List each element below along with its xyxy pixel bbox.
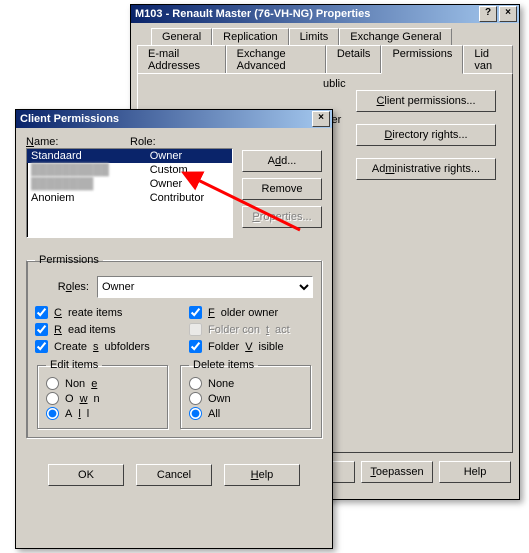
directory-rights-button[interactable]: Directory rights... [356, 124, 496, 146]
delete-items-legend: Delete items [189, 359, 258, 371]
delete-items-group: Delete items None Own All [180, 359, 311, 429]
client-permissions-titlebar: Client Permissions × [16, 110, 332, 128]
folder-owner-checkbox[interactable]: Folder owner [189, 306, 313, 319]
dialog-button-row: OK Cancel Help [16, 454, 332, 498]
tab-lid-van[interactable]: Lid van [463, 45, 513, 74]
read-items-checkbox[interactable]: Read items [35, 323, 159, 336]
edit-all-radio[interactable]: All [46, 407, 159, 420]
delete-own-radio[interactable]: Own [189, 392, 302, 405]
tab-details[interactable]: Details [326, 45, 382, 74]
panel-text-1: ublic [323, 78, 346, 90]
edit-items-legend: Edit items [46, 359, 102, 371]
help-button[interactable]: Help [224, 464, 300, 486]
remove-button[interactable]: Remove [242, 178, 322, 200]
properties-button: Properties... [242, 206, 322, 228]
properties-titlebar: M103 - Renault Master (76-VH-NG) Propert… [131, 5, 519, 23]
client-permissions-button[interactable]: Client permissions... [356, 90, 496, 112]
roles-label: Roles: [35, 281, 89, 293]
help-button[interactable]: Help [439, 461, 511, 483]
cancel-button[interactable]: Cancel [136, 464, 212, 486]
permissions-group: Permissions Roles: Owner Create items Re… [26, 254, 322, 438]
create-subfolders-checkbox[interactable]: Create subfolders [35, 340, 159, 353]
list-row-blurred-2[interactable]: ████████ Owner [27, 177, 232, 191]
add-button[interactable]: Add... [242, 150, 322, 172]
tab-replication[interactable]: Replication [212, 28, 288, 45]
client-permissions-title: Client Permissions [20, 113, 310, 125]
tab-exchange-general[interactable]: Exchange General [339, 28, 452, 45]
list-row-blurred-1[interactable]: ██████████ Custom [27, 163, 232, 177]
list-row-standaard[interactable]: Standaard Owner [27, 149, 232, 163]
role-column-label: Role: [130, 136, 234, 148]
list-row-anoniem[interactable]: Anoniem Contributor [27, 191, 232, 205]
delete-all-radio[interactable]: All [189, 407, 302, 420]
edit-items-group: Edit items None Own All [37, 359, 168, 429]
properties-title: M103 - Renault Master (76-VH-NG) Propert… [135, 8, 477, 20]
close-icon[interactable]: × [499, 6, 517, 22]
tab-general[interactable]: General [151, 28, 212, 45]
permissions-legend: Permissions [35, 254, 103, 266]
roles-select[interactable]: Owner [97, 276, 313, 298]
tab-email-addresses[interactable]: E-mail Addresses [137, 45, 226, 74]
tab-limits[interactable]: Limits [289, 28, 340, 45]
help-icon[interactable]: ? [479, 6, 497, 22]
close-icon[interactable]: × [312, 111, 330, 127]
permissions-listview[interactable]: Standaard Owner ██████████ Custom ██████… [26, 148, 233, 238]
edit-none-radio[interactable]: None [46, 377, 159, 390]
client-permissions-dialog: Client Permissions × Name: Role: Standaa… [15, 109, 333, 549]
ok-button[interactable]: OK [48, 464, 124, 486]
tab-exchange-advanced[interactable]: Exchange Advanced [226, 45, 326, 74]
folder-visible-checkbox[interactable]: Folder Visible [189, 340, 313, 353]
delete-none-radio[interactable]: None [189, 377, 302, 390]
name-column-label: Name: [26, 136, 130, 148]
apply-button[interactable]: Toepassen [361, 461, 433, 483]
administrative-rights-button[interactable]: Administrative rights... [356, 158, 496, 180]
folder-contact-checkbox: Folder contact [189, 323, 313, 336]
edit-own-radio[interactable]: Own [46, 392, 159, 405]
create-items-checkbox[interactable]: Create items [35, 306, 159, 319]
tab-strip: General Replication Limits Exchange Gene… [131, 23, 519, 73]
tab-permissions[interactable]: Permissions [381, 45, 463, 74]
